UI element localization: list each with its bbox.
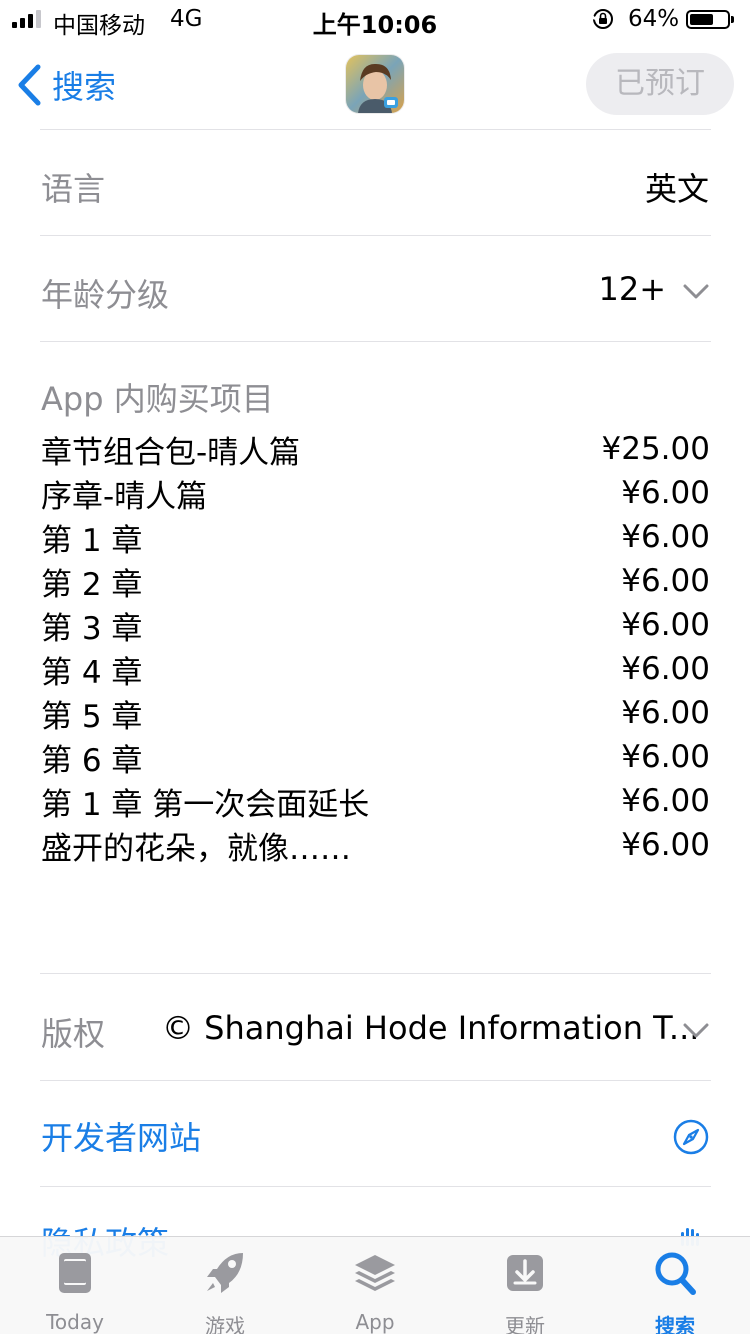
iap-item-price: ¥6.00 (621, 519, 710, 555)
iap-item-name: 第 6 章 (41, 742, 143, 779)
language-label: 语言 (41, 170, 106, 208)
iap-item-price: ¥6.00 (621, 563, 710, 599)
back-button-label: 搜索 (52, 68, 117, 106)
divider (40, 1080, 711, 1081)
language-value: 英文 (644, 170, 709, 208)
divider (40, 129, 711, 130)
divider (40, 1186, 711, 1187)
chevron-down-icon[interactable] (683, 1023, 709, 1039)
iap-item: 章节组合包-晴人篇 ¥25.00 (41, 427, 710, 471)
tab-label-updates: 更新 (505, 1314, 545, 1334)
divider (40, 235, 711, 236)
iap-item-price: ¥6.00 (621, 827, 710, 863)
rocket-icon (207, 1253, 243, 1293)
iap-item: 第 4 章 ¥6.00 (41, 647, 710, 691)
app-icon (346, 55, 404, 113)
in-app-purchases-title: App 内购买项目 (41, 380, 274, 418)
iap-item: 第 3 章 ¥6.00 (41, 603, 710, 647)
tab-updates[interactable]: 更新 (450, 1237, 600, 1334)
iap-item: 序章-晴人篇 ¥6.00 (41, 471, 710, 515)
navigation-bar: 搜索 已预订 (0, 40, 750, 128)
iap-item: 盛开的花朵，就像…… ¥6.00 (41, 823, 710, 867)
age-rating-value[interactable]: 12+ (598, 270, 666, 308)
in-app-purchases-list: 章节组合包-晴人篇 ¥25.00 序章-晴人篇 ¥6.00 第 1 章 ¥6.00 第 2 … (41, 427, 710, 867)
copyright-value[interactable]: © Shanghai Hode Information T... (162, 1009, 699, 1047)
search-icon (655, 1252, 696, 1295)
iap-item-price: ¥6.00 (621, 651, 710, 687)
tab-games[interactable]: 游戏 (150, 1237, 300, 1334)
iap-item-price: ¥25.00 (601, 431, 710, 467)
developer-website-link[interactable]: 开发者网站 (41, 1113, 201, 1159)
iap-item: 第 5 章 ¥6.00 (41, 691, 710, 735)
iap-item-name: 第 5 章 (41, 698, 143, 735)
iap-item: 第 2 章 ¥6.00 (41, 559, 710, 603)
tab-today[interactable]: Today (0, 1237, 150, 1334)
iap-item: 第 1 章 第一次会面延长 ¥6.00 (41, 779, 710, 823)
today-icon (59, 1253, 91, 1293)
chevron-left-icon (18, 64, 41, 106)
status-bar: 中国移动 4G 上午10:06 64% (0, 0, 750, 40)
battery-icon (686, 10, 734, 29)
age-rating-label[interactable]: 年龄分级 (41, 270, 169, 316)
battery-percentage: 64% (628, 6, 680, 32)
tab-label-search: 搜索 (655, 1314, 695, 1334)
iap-item-name: 第 4 章 (41, 654, 143, 691)
tab-label-games: 游戏 (205, 1314, 245, 1334)
iap-item-name: 第 2 章 (41, 566, 143, 603)
iap-item-price: ¥6.00 (621, 783, 710, 819)
iap-item: 第 6 章 ¥6.00 (41, 735, 710, 779)
chevron-down-icon[interactable] (683, 284, 709, 300)
tab-search[interactable]: 搜索 (600, 1237, 750, 1334)
divider (40, 973, 711, 974)
iap-item-name: 盛开的花朵，就像…… (41, 830, 351, 867)
app-store-detail-page: 中国移动 4G 上午10:06 64% 搜索 已预订 语言 英文 年龄分级 12… (0, 0, 750, 1334)
iap-item-name: 第 1 章 第一次会面延长 (41, 786, 370, 823)
iap-item-name: 序章-晴人篇 (41, 478, 208, 515)
back-button[interactable]: 搜索 (16, 62, 116, 108)
compass-icon[interactable] (672, 1118, 710, 1156)
iap-item-name: 章节组合包-晴人篇 (41, 434, 301, 471)
iap-item-price: ¥6.00 (621, 739, 710, 775)
layers-icon (355, 1255, 395, 1291)
iap-item-price: ¥6.00 (621, 607, 710, 643)
copyright-label: 版权 (41, 1015, 106, 1053)
iap-item-name: 第 1 章 (41, 522, 143, 559)
tab-label-apps: App (355, 1310, 395, 1334)
tab-apps[interactable]: App (300, 1237, 450, 1334)
iap-item-price: ¥6.00 (621, 695, 710, 731)
tab-label-today: Today (46, 1310, 104, 1334)
tab-bar: Today 游戏 App 更新 搜索 (0, 1236, 750, 1334)
divider (40, 341, 711, 342)
iap-item-name: 第 3 章 (41, 610, 143, 647)
download-icon (507, 1255, 543, 1291)
rotation-lock-icon (592, 9, 613, 29)
preordered-button[interactable]: 已预订 (586, 53, 734, 115)
iap-item-price: ¥6.00 (621, 475, 710, 511)
iap-item: 第 1 章 ¥6.00 (41, 515, 710, 559)
